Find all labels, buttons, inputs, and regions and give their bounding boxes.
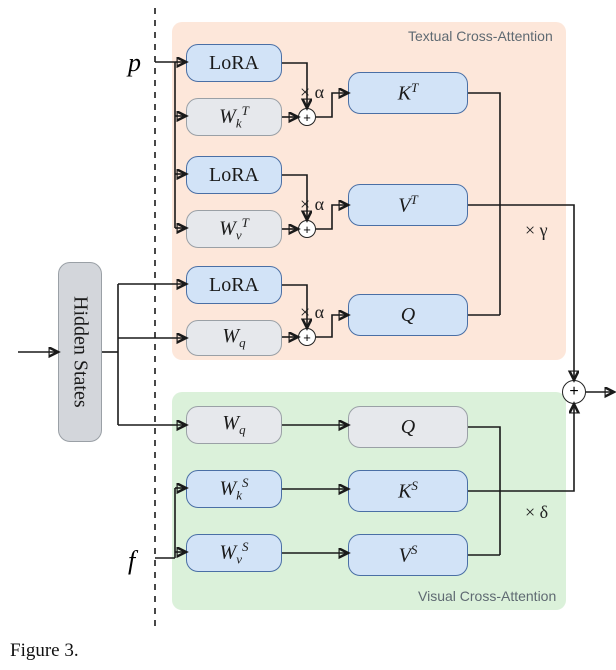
final-plus-op: + [562,380,586,404]
lora-block-1: LoRA [186,44,282,82]
lora-block-3: LoRA [186,266,282,304]
v-t-block: VT [348,184,468,226]
diagram-canvas: Textual Cross-Attention Visual Cross-Att… [0,0,616,670]
v-s-block: VS [348,534,468,576]
textual-region-label: Textual Cross-Attention [408,28,553,44]
gamma-annotation: × γ [525,220,548,241]
hidden-states-block: Hidden States [58,262,102,442]
alpha-annotation-1: × α [300,82,324,103]
input-f: f [128,546,135,576]
plus-op-2: + [298,220,316,238]
k-t-block: KT [348,72,468,114]
plus-op-1: + [298,108,316,126]
k-s-block: KS [348,470,468,512]
q-block-visual: Q [348,406,468,448]
wv-t-block: WvT [186,210,282,248]
alpha-annotation-2: × α [300,194,324,215]
wq-block-visual: Wq [186,406,282,444]
wk-s-block: WkS [186,470,282,508]
visual-region-label: Visual Cross-Attention [418,588,556,604]
delta-annotation: × δ [525,502,548,523]
plus-op-3: + [298,328,316,346]
input-p: p [128,48,141,78]
wv-s-block: WvS [186,534,282,572]
wk-t-block: WkT [186,98,282,136]
hidden-states-label: Hidden States [69,296,92,408]
q-block-textual: Q [348,294,468,336]
wq-block-textual: Wq [186,320,282,356]
lora-block-2: LoRA [186,156,282,194]
figure-caption: Figure 3. [10,640,79,662]
alpha-annotation-3: × α [300,302,324,323]
